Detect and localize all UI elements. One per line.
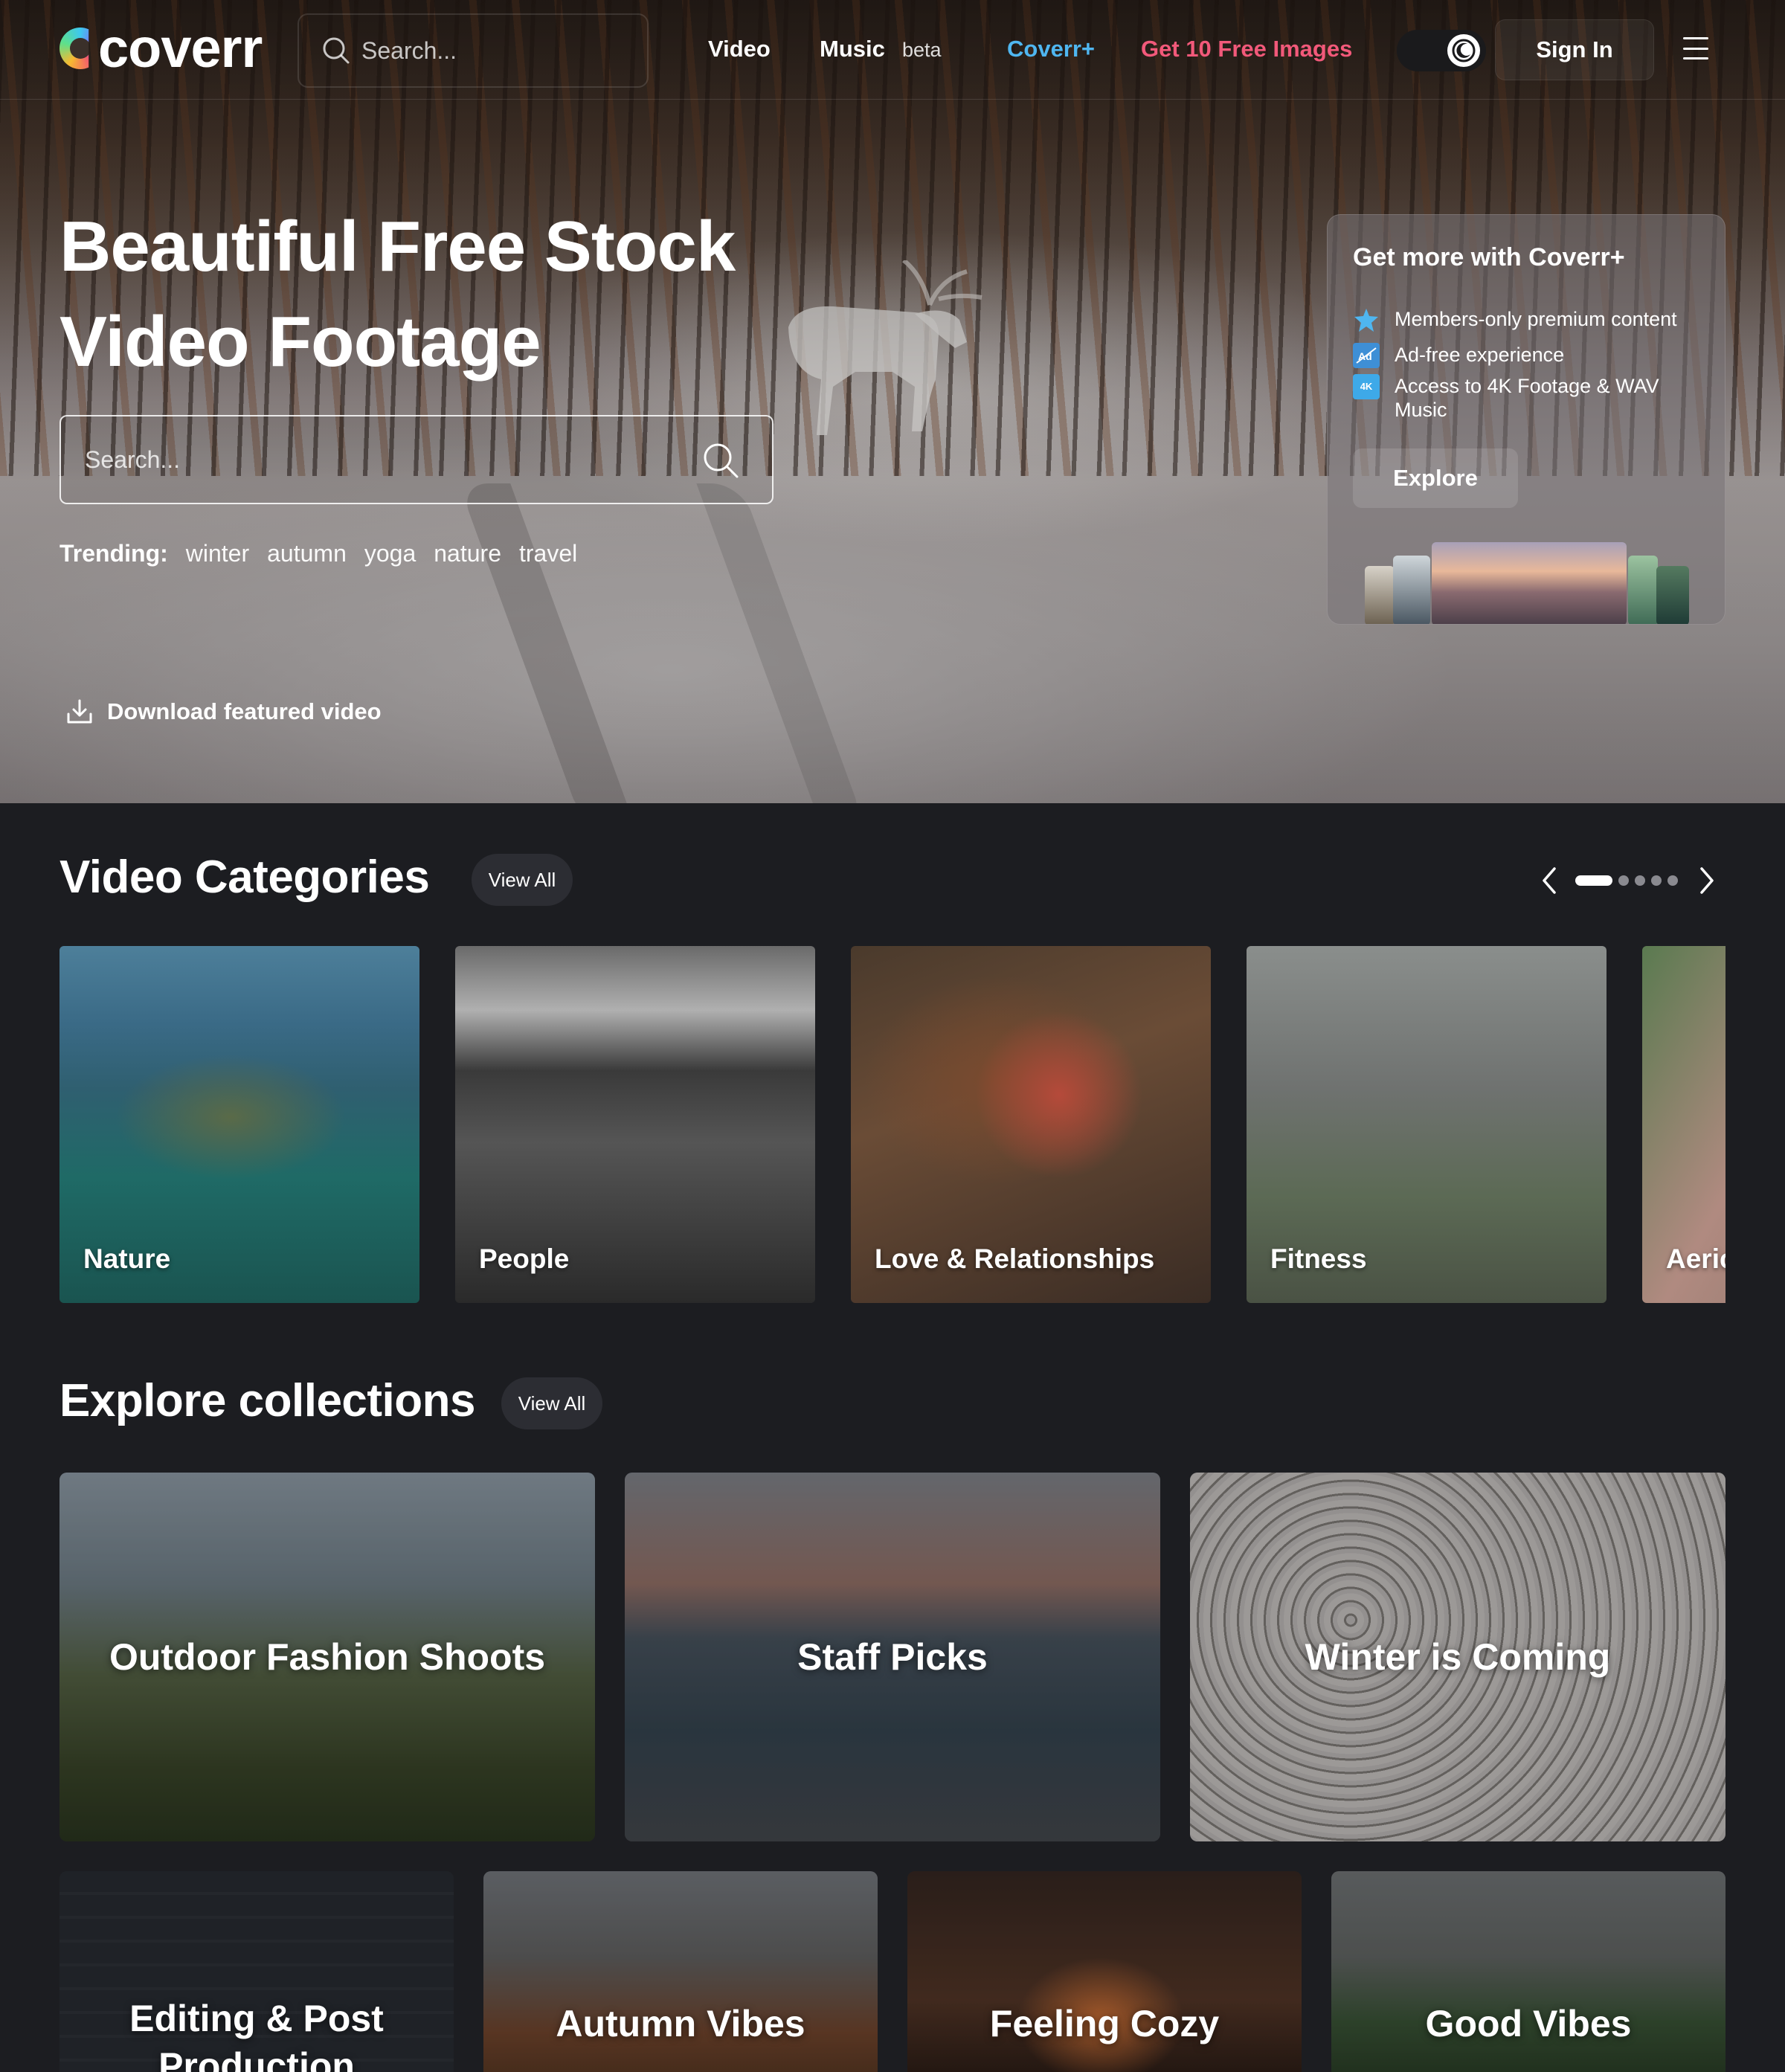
feature-premium-label: Members-only premium content bbox=[1395, 308, 1677, 330]
feature-4k-label: Access to 4K Footage & WAV Music bbox=[1395, 375, 1659, 421]
thumbnail-image bbox=[1628, 556, 1658, 624]
collection-label: Staff Picks bbox=[797, 1636, 988, 1678]
category-label: Nature bbox=[83, 1243, 171, 1274]
coverr-plus-title: Get more with Coverr+ bbox=[1353, 243, 1625, 271]
categories-carousel-controls bbox=[1538, 864, 1718, 897]
carousel-dot-5[interactable] bbox=[1667, 875, 1678, 886]
coverr-plus-thumbnails bbox=[1365, 542, 1692, 624]
4k-icon: 4K bbox=[1353, 374, 1380, 399]
chevron-left-icon[interactable] bbox=[1538, 864, 1560, 897]
logo-mark-icon bbox=[60, 28, 89, 69]
search-icon[interactable] bbox=[702, 442, 739, 479]
collection-card-feeling-cozy[interactable]: Feeling Cozy bbox=[907, 1871, 1302, 2072]
hero-title-line2: Video Footage bbox=[60, 302, 541, 382]
collections-view-all-button[interactable]: View All bbox=[501, 1377, 602, 1429]
collection-label: Good Vibes bbox=[1425, 2003, 1632, 2044]
thumbnail-image bbox=[1656, 566, 1689, 624]
download-featured-label: Download featured video bbox=[107, 698, 382, 724]
nav-link-free-images[interactable]: Get 10 Free Images bbox=[1141, 34, 1352, 64]
collection-label: Feeling Cozy bbox=[989, 2003, 1220, 2044]
collection-card-autumn[interactable]: Autumn Vibes bbox=[483, 1871, 878, 2072]
logo-text: coverr bbox=[98, 17, 263, 79]
category-label: People bbox=[479, 1243, 570, 1274]
collection-label: Winter is Coming bbox=[1305, 1636, 1611, 1678]
collection-label: Autumn Vibes bbox=[556, 2003, 805, 2044]
explore-coverr-plus-button[interactable]: Explore bbox=[1353, 448, 1518, 508]
music-beta-badge: beta bbox=[902, 39, 942, 61]
sign-in-button[interactable]: Sign In bbox=[1495, 19, 1654, 80]
categories-carousel: Nature People Love & Relationships Fitne… bbox=[60, 946, 1726, 1303]
nav-search-placeholder: Search... bbox=[361, 36, 457, 64]
download-icon bbox=[67, 699, 92, 724]
carousel-dot-2[interactable] bbox=[1618, 875, 1629, 886]
nav-link-video[interactable]: Video bbox=[708, 34, 771, 64]
hero-search-input[interactable] bbox=[61, 416, 701, 503]
top-navigation: coverr Search... Video Music beta Coverr… bbox=[0, 0, 1785, 100]
feature-ad-free: Ad Ad-free experience bbox=[1353, 343, 1710, 368]
collection-label: Editing & Post Production bbox=[129, 1998, 384, 2072]
trending-tag-travel[interactable]: travel bbox=[519, 540, 577, 567]
hamburger-menu-icon[interactable] bbox=[1683, 37, 1708, 59]
explore-collections-title: Explore collections bbox=[60, 1375, 476, 1426]
categories-view-all-button[interactable]: View All bbox=[472, 854, 573, 906]
collection-label: Outdoor Fashion Shoots bbox=[109, 1636, 546, 1678]
trending-label: Trending: bbox=[60, 540, 168, 567]
collection-card-winter[interactable]: Winter is Coming bbox=[1190, 1473, 1726, 1841]
star-badge-icon bbox=[1353, 307, 1380, 332]
hero-search-box bbox=[60, 415, 774, 504]
category-label: Love & Relationships bbox=[875, 1243, 1155, 1274]
coverr-logo[interactable]: coverr bbox=[60, 17, 263, 79]
theme-toggle[interactable] bbox=[1397, 30, 1486, 71]
feature-premium: Members-only premium content bbox=[1353, 307, 1710, 332]
moon-icon bbox=[1447, 34, 1480, 67]
trending-tag-winter[interactable]: winter bbox=[186, 540, 249, 567]
category-card-love-relationships[interactable]: Love & Relationships bbox=[851, 946, 1211, 1303]
nav-link-music[interactable]: Music bbox=[820, 34, 885, 64]
carousel-dot-1[interactable] bbox=[1575, 875, 1612, 886]
category-label: Aeric bbox=[1666, 1243, 1726, 1274]
collection-card-outdoor-fashion[interactable]: Outdoor Fashion Shoots bbox=[60, 1473, 595, 1841]
chevron-right-icon[interactable] bbox=[1696, 864, 1718, 897]
hero-title: Beautiful Free Stock Video Footage bbox=[60, 199, 803, 390]
feature-ad-free-label: Ad-free experience bbox=[1395, 344, 1565, 366]
nav-search-input[interactable]: Search... bbox=[298, 13, 649, 88]
category-label: Fitness bbox=[1270, 1243, 1367, 1274]
coverr-plus-card: Get more with Coverr+ Members-only premi… bbox=[1327, 214, 1726, 625]
search-icon bbox=[323, 37, 350, 64]
feature-4k: 4K Access to 4K Footage & WAV Music bbox=[1353, 374, 1710, 422]
video-categories-title: Video Categories bbox=[60, 852, 430, 903]
collection-card-good-vibes[interactable]: Good Vibes bbox=[1331, 1871, 1726, 2072]
carousel-dot-3[interactable] bbox=[1635, 875, 1645, 886]
trending-tags: Trending: winter autumn yoga nature trav… bbox=[60, 540, 595, 567]
ad-free-icon: Ad bbox=[1353, 343, 1380, 368]
hero-title-line1: Beautiful Free Stock bbox=[60, 207, 736, 286]
thumbnail-image bbox=[1393, 556, 1430, 624]
category-card-nature[interactable]: Nature bbox=[60, 946, 419, 1303]
nav-link-coverr-plus[interactable]: Coverr+ bbox=[1007, 34, 1095, 64]
category-card-aerial[interactable]: Aeric bbox=[1642, 946, 1726, 1303]
collection-card-staff-picks[interactable]: Staff Picks bbox=[625, 1473, 1160, 1841]
category-card-people[interactable]: People bbox=[455, 946, 815, 1303]
trending-tag-autumn[interactable]: autumn bbox=[267, 540, 347, 567]
thumbnail-image bbox=[1432, 542, 1627, 624]
thumbnail-image bbox=[1365, 566, 1395, 624]
download-featured-video-button[interactable]: Download featured video bbox=[65, 698, 382, 726]
trending-tag-yoga[interactable]: yoga bbox=[364, 540, 416, 567]
carousel-dot-4[interactable] bbox=[1651, 875, 1662, 886]
category-card-fitness[interactable]: Fitness bbox=[1247, 946, 1606, 1303]
collection-card-editing[interactable]: Editing & Post Production bbox=[60, 1871, 454, 2072]
trending-tag-nature[interactable]: nature bbox=[434, 540, 501, 567]
